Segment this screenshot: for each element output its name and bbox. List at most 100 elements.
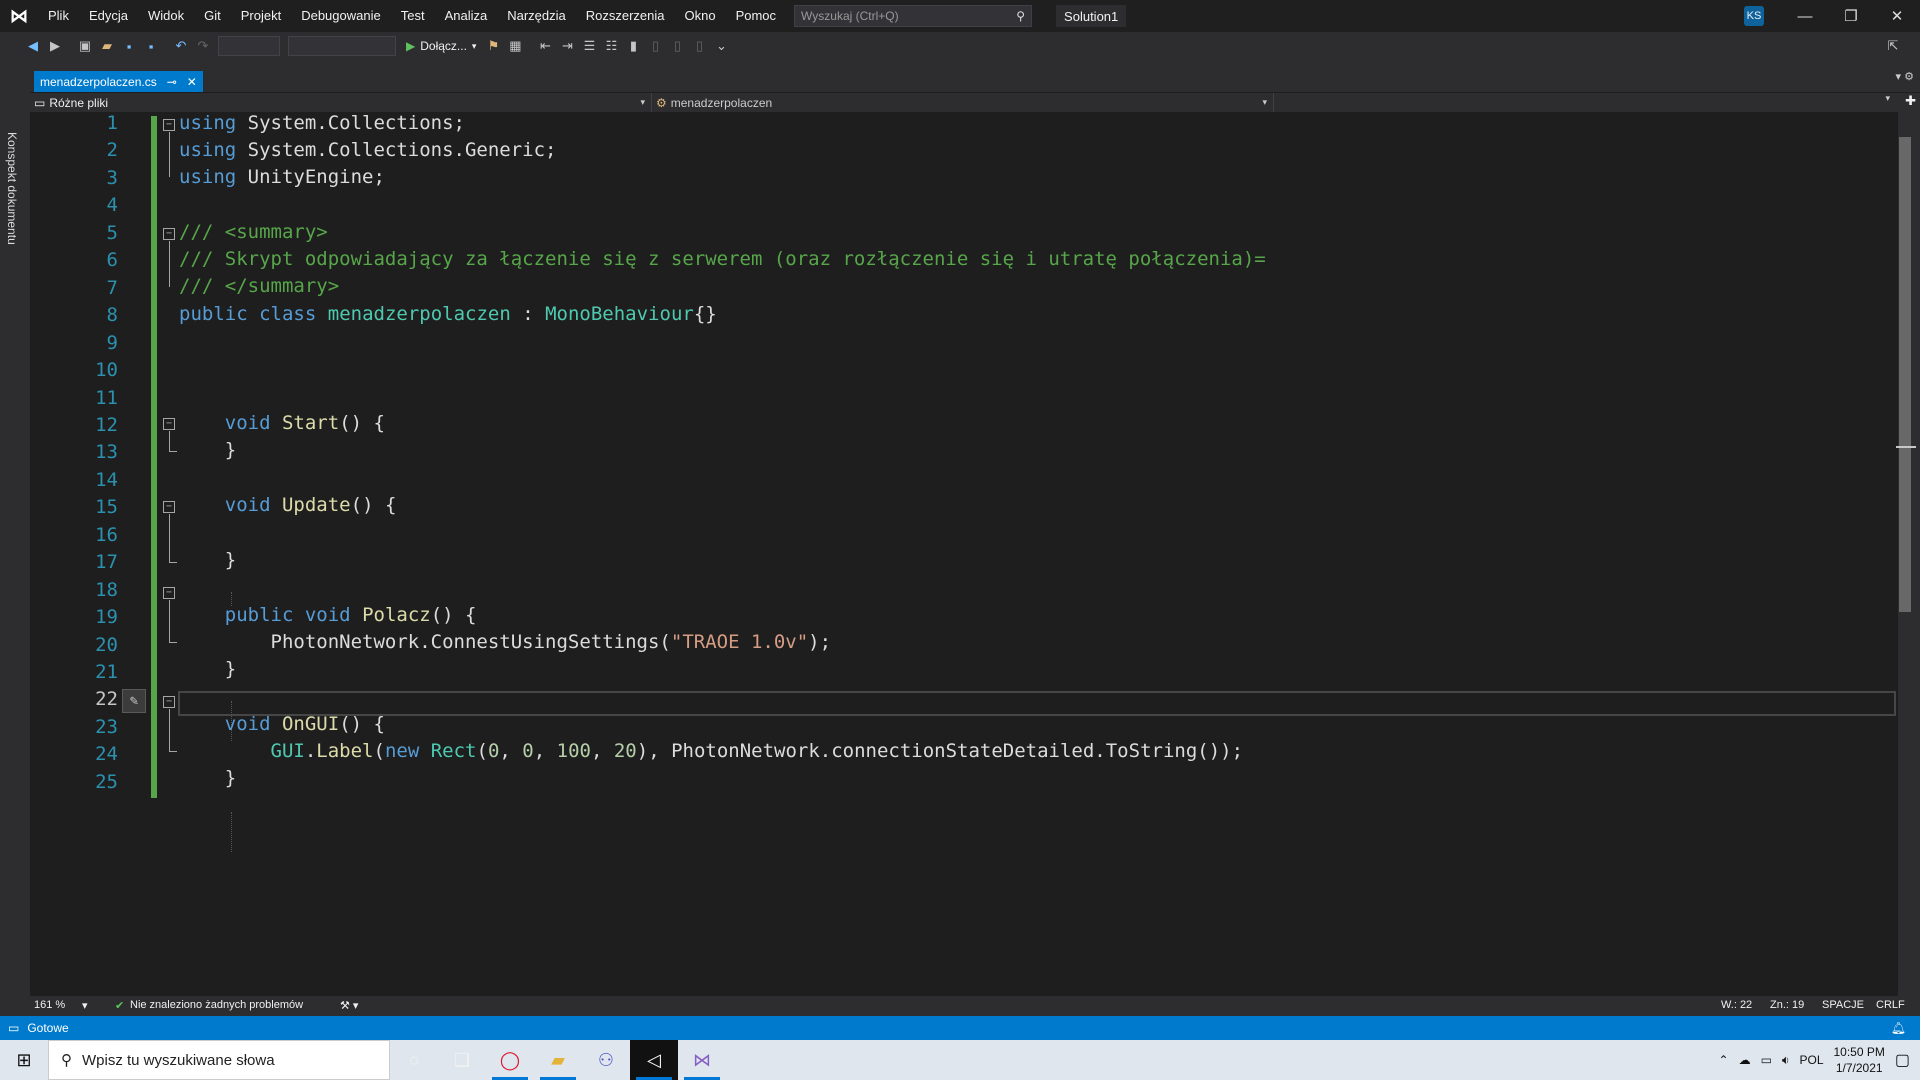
next-bookmark-icon[interactable]: ▯ xyxy=(666,35,688,57)
chevron-down-icon[interactable]: ▾ xyxy=(82,999,88,1012)
search-icon: ⚲ xyxy=(61,1052,72,1069)
menu-edycja[interactable]: Edycja xyxy=(79,0,138,32)
solution-name: Solution1 xyxy=(1056,5,1127,27)
zoom-dropdown[interactable]: 161 % xyxy=(34,999,65,1011)
search-input[interactable]: Wyszukaj (Ctrl+Q) ⚲ xyxy=(794,5,1033,27)
toolbar-overflow-icon[interactable]: ⌄ xyxy=(710,35,732,57)
configuration-dropdown[interactable] xyxy=(218,36,280,56)
menu-okno[interactable]: Okno xyxy=(675,0,726,32)
windows-taskbar: ⊞ ⚲ Wpisz tu wyszukiwane słowa ○ ❏ ◯ ▰ ⚇… xyxy=(0,1040,1920,1080)
prev-bookmark-icon[interactable]: ▯ xyxy=(644,35,666,57)
column-indicator: Zn.: 19 xyxy=(1770,999,1805,1011)
chevron-down-icon: ▾ xyxy=(1885,93,1890,103)
fold-toggle[interactable]: − xyxy=(163,587,175,599)
browse-icon[interactable]: ▦ xyxy=(504,35,526,57)
pin-icon[interactable]: ⊸ xyxy=(167,75,177,89)
network-icon[interactable]: ▭ xyxy=(1761,1053,1772,1067)
menu-analiza[interactable]: Analiza xyxy=(435,0,498,32)
bookmark-icon[interactable]: ▮ xyxy=(622,35,644,57)
uncomment-icon[interactable]: ☷ xyxy=(600,35,622,57)
comment-icon[interactable]: ☰ xyxy=(578,35,600,57)
visual-studio-logo-icon[interactable]: ⋈ xyxy=(0,0,38,32)
taskbar-search-box[interactable]: ⚲ Wpisz tu wyszukiwane słowa xyxy=(48,1040,390,1080)
chevron-up-icon[interactable]: ⌃ xyxy=(1719,1053,1729,1067)
live-share-icon[interactable]: ⇱ xyxy=(1882,35,1904,57)
indent-indicator[interactable]: SPACJE xyxy=(1822,999,1864,1011)
new-project-icon[interactable]: ▣ xyxy=(74,35,96,57)
volume-icon[interactable]: 🔉︎ xyxy=(1782,1053,1790,1068)
play-icon: ▶ xyxy=(406,39,416,53)
document-outline-tab[interactable]: Konspekt dokumentu xyxy=(5,132,19,245)
file-explorer-icon[interactable]: ▰ xyxy=(534,1040,582,1080)
issues-label[interactable]: Nie znaleziono żadnych problemów xyxy=(130,999,303,1011)
type-dropdown[interactable]: ⚙ menadzerpolaczen ▾ xyxy=(656,93,1274,112)
save-all-icon[interactable]: ▪ xyxy=(140,35,162,57)
opera-icon[interactable]: ◯ xyxy=(486,1040,534,1080)
menu-widok[interactable]: Widok xyxy=(138,0,194,32)
cortana-icon[interactable]: ○ xyxy=(390,1040,438,1080)
menu-test[interactable]: Test xyxy=(391,0,435,32)
open-file-icon[interactable]: ▰ xyxy=(96,35,118,57)
line-ending-indicator[interactable]: CRLF xyxy=(1876,999,1905,1011)
menu-pomoc[interactable]: Pomoc xyxy=(726,0,786,32)
split-icon[interactable]: ✚ xyxy=(1905,93,1916,109)
tab-menadzerpolaczen[interactable]: menadzerpolaczen.cs ⊸ ✕ xyxy=(34,71,203,93)
menu-debugowanie[interactable]: Debugowanie xyxy=(291,0,391,32)
language-indicator[interactable]: POL xyxy=(1799,1053,1823,1067)
onedrive-icon[interactable]: ☁ xyxy=(1739,1053,1751,1067)
fold-toggle[interactable]: − xyxy=(163,696,175,708)
menu-projekt[interactable]: Projekt xyxy=(231,0,291,32)
platform-dropdown[interactable] xyxy=(288,36,396,56)
attach-button[interactable]: ▶ Dołącz... ▾ xyxy=(400,39,482,53)
step-over-icon[interactable]: ⇤ xyxy=(534,35,556,57)
line-indicator: W.: 22 xyxy=(1721,999,1753,1011)
clear-bookmarks-icon[interactable]: ▯ xyxy=(688,35,710,57)
clock[interactable]: 10:50 PM 1/7/2021 xyxy=(1834,1044,1885,1076)
windows-start-icon[interactable]: ⊞ xyxy=(0,1040,48,1080)
line-number-text: 10 xyxy=(95,359,118,382)
code-line: } xyxy=(179,439,237,461)
undo-icon[interactable]: ↶ xyxy=(170,35,192,57)
chevron-down-icon: ▾ xyxy=(471,40,477,51)
project-dropdown[interactable]: ▭ Różne pliki ▾ xyxy=(34,93,652,112)
teams-icon[interactable]: ⚇ xyxy=(582,1040,630,1080)
tab-list-icon[interactable]: ▾ ⚙ xyxy=(1896,70,1914,83)
output-icon[interactable]: ▭ xyxy=(8,1021,19,1035)
menu-narzedzia[interactable]: Narzędzia xyxy=(497,0,576,32)
back-icon[interactable]: ◀ xyxy=(22,35,44,57)
task-view-icon[interactable]: ❏ xyxy=(438,1040,486,1080)
toolbar-separator xyxy=(162,35,170,57)
system-tray: ⌃ ☁ ▭ 🔉︎ POL 10:50 PM 1/7/2021 ▢ xyxy=(1719,1040,1920,1080)
maximize-button[interactable]: ❐ xyxy=(1828,0,1874,32)
member-dropdown[interactable]: ▾ xyxy=(1278,93,1896,112)
line-number-text: 4 xyxy=(106,194,118,217)
line-number-text: 22 xyxy=(95,688,118,711)
save-icon[interactable]: ▪ xyxy=(118,35,140,57)
chevron-down-icon: ▾ xyxy=(640,97,645,107)
cleanup-icon[interactable]: ⚒ ▾ xyxy=(340,999,358,1012)
menu-git[interactable]: Git xyxy=(194,0,231,32)
notifications-bell-icon[interactable]: 🔔︎ xyxy=(1891,1021,1906,1035)
chevron-down-icon: ▾ xyxy=(1262,97,1267,107)
notification-center-icon[interactable]: ▢ xyxy=(1895,1050,1910,1070)
unity-icon[interactable]: ◁ xyxy=(630,1040,678,1080)
tab-label: menadzerpolaczen.cs xyxy=(40,75,157,89)
menu-rozszerzenia[interactable]: Rozszerzenia xyxy=(576,0,675,32)
status-bar: ▭ Gotowe 🔔︎ xyxy=(0,1016,1920,1040)
code-line: /// <summary> xyxy=(179,221,328,243)
code-line: GUI.Label(new Rect(0, 0, 100, 20), Photo… xyxy=(270,740,1244,762)
scrollbar-thumb[interactable] xyxy=(1899,137,1911,612)
user-avatar[interactable]: KS xyxy=(1744,6,1764,26)
close-button[interactable]: ✕ xyxy=(1874,0,1920,32)
step-into-icon[interactable]: ⇥ xyxy=(556,35,578,57)
status-text: Gotowe xyxy=(27,1021,69,1035)
redo-icon[interactable]: ↷ xyxy=(192,35,214,57)
minimize-button[interactable]: — xyxy=(1782,0,1828,32)
close-icon[interactable]: ✕ xyxy=(187,75,197,89)
code-editor[interactable]: ✎ 1 2 3 4 5 6 7 8 9 10 11 12 13 14 15 16 17 18 19 20 21 22 23 2… xyxy=(30,112,1898,996)
forward-icon[interactable]: ▶ xyxy=(44,35,66,57)
type-label: menadzerpolaczen xyxy=(670,95,773,110)
menu-plik[interactable]: Plik xyxy=(38,0,79,32)
visual-studio-icon[interactable]: ⋈ xyxy=(678,1040,726,1080)
hot-reload-icon[interactable]: ⚑ xyxy=(482,35,504,57)
